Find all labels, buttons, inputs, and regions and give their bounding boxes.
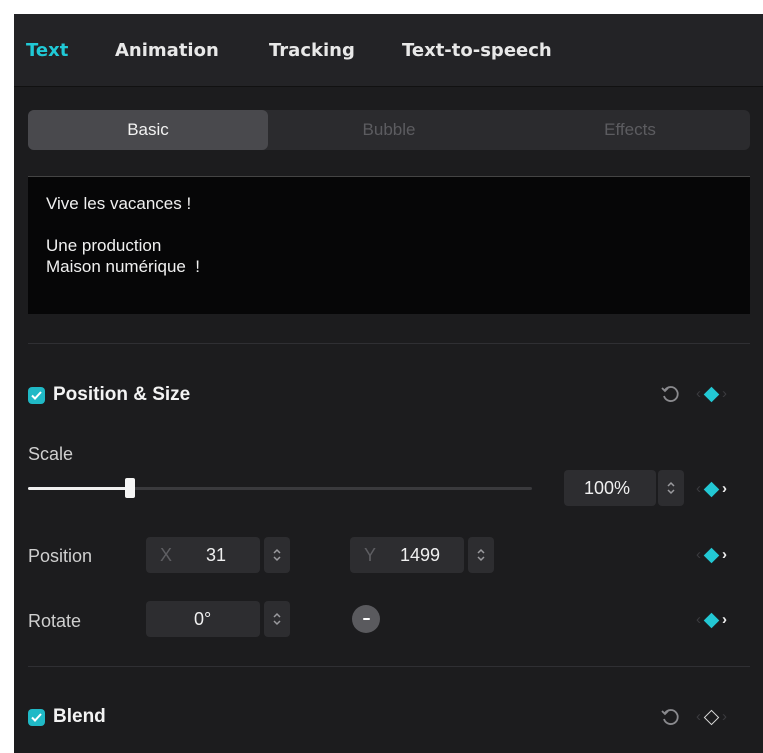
stepper-icon: [477, 548, 485, 562]
prev-keyframe-icon[interactable]: ‹: [696, 480, 701, 498]
reset-icon[interactable]: [660, 707, 680, 727]
position-size-checkbox[interactable]: [28, 386, 45, 404]
blend-checkbox[interactable]: [28, 708, 45, 726]
scale-value-field[interactable]: 100%: [564, 470, 656, 506]
position-y-stepper[interactable]: [468, 537, 494, 573]
y-prefix: Y: [364, 545, 377, 565]
rotate-field[interactable]: 0°: [146, 601, 260, 637]
x-prefix: X: [160, 545, 173, 565]
tab-tracking[interactable]: Tracking: [269, 40, 355, 61]
keyframe-diamond-icon[interactable]: [703, 481, 720, 497]
scale-keyframe: ‹ ›: [696, 480, 727, 498]
scale-slider-fill: [28, 487, 129, 490]
prev-keyframe-icon[interactable]: ‹: [696, 708, 701, 726]
blend-title: Blend: [53, 706, 106, 727]
check-icon: [31, 390, 42, 400]
rotate-value: 0°: [194, 609, 212, 629]
tab-text-to-speech[interactable]: Text-to-speech: [402, 40, 552, 61]
prev-keyframe-icon[interactable]: ‹: [696, 385, 701, 403]
position-size-title: Position & Size: [53, 384, 191, 405]
stepper-icon: [273, 548, 281, 562]
position-x-field[interactable]: X 31: [146, 537, 260, 573]
subtab-basic[interactable]: Basic: [28, 110, 268, 150]
tab-animation[interactable]: Animation: [115, 40, 219, 61]
text-line: Une production: [46, 236, 162, 255]
subtab-switcher: Basic Bubble Effects: [28, 110, 750, 150]
text-line: Vive les vacances !: [46, 194, 192, 213]
rotate-keyframe: ‹ ›: [696, 611, 727, 629]
position-keyframe: ‹ ›: [696, 546, 727, 564]
scale-value: 100%: [584, 478, 631, 498]
scale-slider-thumb[interactable]: [125, 478, 135, 498]
subtab-bubble[interactable]: Bubble: [269, 110, 509, 150]
text-content-input[interactable]: Vive les vacances ! Une production Maiso…: [28, 176, 750, 314]
scale-stepper[interactable]: [658, 470, 684, 506]
rotate-dial[interactable]: [352, 605, 380, 633]
position-size-keyframe: ‹ ›: [696, 385, 727, 403]
text-line: Maison numérique !: [46, 257, 201, 276]
stepper-icon: [273, 612, 281, 626]
next-keyframe-icon[interactable]: ›: [722, 480, 727, 498]
divider: [28, 343, 750, 344]
top-tab-bar: Text Animation Tracking Text-to-speech: [14, 14, 763, 87]
keyframe-diamond-icon[interactable]: [703, 612, 720, 628]
rotate-stepper[interactable]: [264, 601, 290, 637]
check-icon: [31, 712, 42, 722]
next-keyframe-icon[interactable]: ›: [722, 546, 727, 564]
subtab-effects[interactable]: Effects: [510, 110, 750, 150]
text-line: [46, 214, 732, 235]
position-x-value: 31: [206, 545, 227, 565]
position-label: Position: [28, 546, 93, 566]
tab-text[interactable]: Text: [26, 40, 68, 61]
next-keyframe-icon[interactable]: ›: [722, 385, 727, 403]
keyframe-diamond-icon[interactable]: [703, 709, 720, 725]
rotate-label: Rotate: [28, 611, 82, 631]
scale-slider[interactable]: [28, 478, 532, 498]
next-keyframe-icon[interactable]: ›: [722, 611, 727, 629]
scale-label: Scale: [28, 444, 74, 464]
prev-keyframe-icon[interactable]: ‹: [696, 546, 701, 564]
keyframe-diamond-icon[interactable]: [703, 386, 720, 402]
blend-header: Blend: [28, 706, 106, 728]
position-y-field[interactable]: Y 1499: [350, 537, 464, 573]
prev-keyframe-icon[interactable]: ‹: [696, 611, 701, 629]
reset-icon[interactable]: [660, 384, 680, 404]
stepper-icon: [667, 481, 675, 495]
next-keyframe-icon[interactable]: ›: [722, 708, 727, 726]
keyframe-diamond-icon[interactable]: [703, 547, 720, 563]
divider: [28, 666, 750, 667]
position-x-stepper[interactable]: [264, 537, 290, 573]
text-properties-panel: Text Animation Tracking Text-to-speech B…: [14, 14, 763, 753]
blend-keyframe: ‹ ›: [696, 708, 727, 726]
position-size-header: Position & Size: [28, 384, 190, 406]
position-y-value: 1499: [400, 545, 441, 565]
dial-needle: [363, 618, 370, 620]
